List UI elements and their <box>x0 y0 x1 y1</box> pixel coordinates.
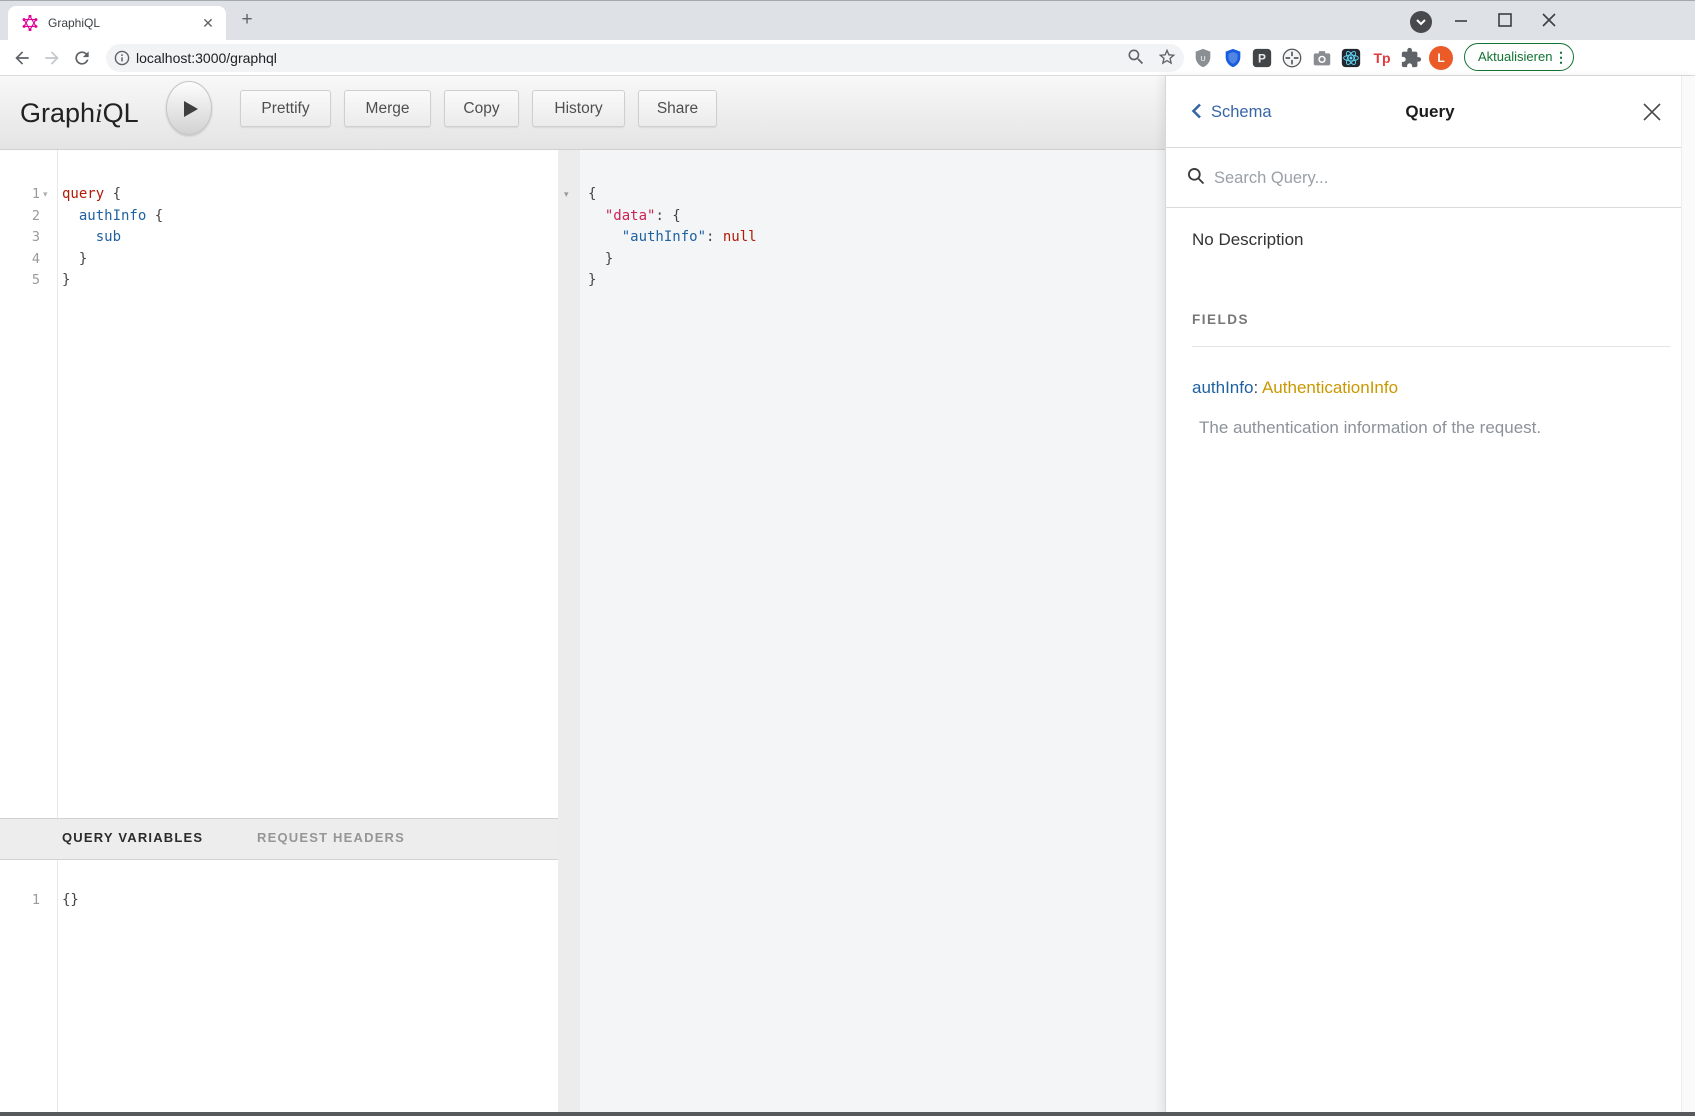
line-number: 5 <box>0 270 40 292</box>
react-devtools-extension-icon[interactable] <box>1340 47 1362 69</box>
update-browser-label[interactable]: Aktualisieren <box>1478 43 1552 71</box>
copy-button[interactable]: Copy <box>444 90 519 127</box>
graphql-favicon-icon <box>22 15 38 31</box>
variables-editor-line[interactable]: {} <box>62 890 79 912</box>
field-separator: : <box>1253 378 1262 397</box>
code-line[interactable]: sub <box>62 227 121 249</box>
tab-request-headers[interactable]: REQUEST HEADERS <box>257 818 405 860</box>
search-icon <box>1186 166 1206 186</box>
ublock-extension-icon[interactable]: U <box>1192 47 1214 69</box>
response-line: "data": { <box>588 206 681 228</box>
code-line[interactable]: query { <box>62 184 121 206</box>
code-token <box>588 208 605 224</box>
line-number: 1 <box>0 890 40 912</box>
code-token <box>62 229 96 245</box>
code-token: } <box>588 272 596 288</box>
code-token: : { <box>655 208 680 224</box>
browser-window: GraphiQL ✕ + localhost:3000/graphql U P <box>0 0 1695 1116</box>
code-line[interactable]: } <box>62 249 87 271</box>
line-number: 2 <box>0 206 40 228</box>
svg-text:U: U <box>1200 54 1205 63</box>
no-description-text: No Description <box>1192 230 1304 250</box>
graphiql-logo: GraphiQL <box>20 76 139 150</box>
code-line[interactable]: authInfo { <box>62 206 163 228</box>
site-info-icon[interactable] <box>114 50 130 66</box>
pane-resizer[interactable] <box>558 150 580 1116</box>
browser-tab[interactable]: GraphiQL ✕ <box>8 6 226 40</box>
tab-title: GraphiQL <box>48 6 100 40</box>
tp-extension-icon[interactable]: Tp <box>1370 47 1394 69</box>
code-token: null <box>723 229 757 245</box>
profile-avatar[interactable]: L <box>1429 46 1453 70</box>
code-token: { <box>588 186 596 202</box>
fields-divider <box>1192 346 1670 347</box>
code-line[interactable]: } <box>62 270 70 292</box>
code-token: { <box>104 186 121 202</box>
field-type-link[interactable]: AuthenticationInfo <box>1262 378 1398 397</box>
bookmark-star-icon[interactable] <box>1157 47 1177 67</box>
response-pane <box>580 150 1165 1116</box>
browser-menu-icon[interactable]: ⋮ <box>1554 43 1568 71</box>
close-button[interactable] <box>1534 8 1564 32</box>
fold-arrow-icon[interactable]: ▾ <box>43 189 53 199</box>
camera-extension-icon[interactable] <box>1311 47 1333 69</box>
code-token: } <box>588 251 613 267</box>
field-description: The authentication information of the re… <box>1199 418 1541 438</box>
tab-search-chevron-icon[interactable] <box>1410 11 1432 33</box>
bitwarden-extension-icon[interactable] <box>1222 47 1244 69</box>
query-editor[interactable] <box>0 150 558 1116</box>
line-number: 3 <box>0 227 40 249</box>
gutter-divider <box>57 150 58 1116</box>
code-token: } <box>62 251 87 267</box>
code-token: "authInfo" <box>622 229 706 245</box>
code-token: authInfo <box>79 208 146 224</box>
url-text[interactable]: localhost:3000/graphql <box>136 44 277 72</box>
doc-panel-title: Query <box>1165 76 1695 148</box>
code-token: { <box>146 208 163 224</box>
doc-close-icon[interactable] <box>1640 100 1664 124</box>
code-token: } <box>62 272 70 288</box>
line-number: 4 <box>0 249 40 271</box>
code-token: sub <box>96 229 121 245</box>
code-token <box>62 208 79 224</box>
prettify-button[interactable]: Prettify <box>240 90 331 127</box>
maximize-button[interactable] <box>1490 8 1520 32</box>
minimize-button[interactable] <box>1446 8 1476 32</box>
back-icon[interactable] <box>12 48 32 68</box>
fold-arrow-icon[interactable]: ▾ <box>564 189 574 199</box>
window-bottom-edge <box>0 1112 1695 1116</box>
tab-close-icon[interactable]: ✕ <box>200 15 216 31</box>
play-icon <box>183 100 199 118</box>
fields-section-header: FIELDS <box>1192 312 1249 327</box>
response-line: } <box>588 249 613 271</box>
zoom-icon[interactable] <box>1126 47 1146 67</box>
code-token: query <box>62 186 104 202</box>
doc-scrollbar-track[interactable] <box>1681 76 1695 1116</box>
execute-query-button[interactable] <box>166 81 212 135</box>
merge-button[interactable]: Merge <box>344 90 431 127</box>
field-row: authInfo: AuthenticationInfo <box>1192 378 1398 398</box>
forward-icon[interactable] <box>42 48 62 68</box>
crosshair-extension-icon[interactable] <box>1281 47 1303 69</box>
response-line: "authInfo": null <box>588 227 757 249</box>
code-token: : <box>706 229 723 245</box>
code-token: "data" <box>605 208 656 224</box>
line-number: 1 <box>0 184 40 206</box>
history-button[interactable]: History <box>532 90 625 127</box>
response-line: { <box>588 184 596 206</box>
field-name-link[interactable]: authInfo <box>1192 378 1253 397</box>
svg-text:P: P <box>1258 52 1266 66</box>
new-tab-button[interactable]: + <box>238 11 256 29</box>
share-button[interactable]: Share <box>638 90 717 127</box>
reload-icon[interactable] <box>72 48 92 68</box>
doc-search-input[interactable] <box>1212 160 1596 196</box>
code-token <box>588 229 622 245</box>
response-line: } <box>588 270 596 292</box>
extensions-puzzle-icon[interactable] <box>1400 47 1422 69</box>
p-extension-icon[interactable]: P <box>1251 47 1273 69</box>
tab-query-variables[interactable]: QUERY VARIABLES <box>62 818 203 860</box>
